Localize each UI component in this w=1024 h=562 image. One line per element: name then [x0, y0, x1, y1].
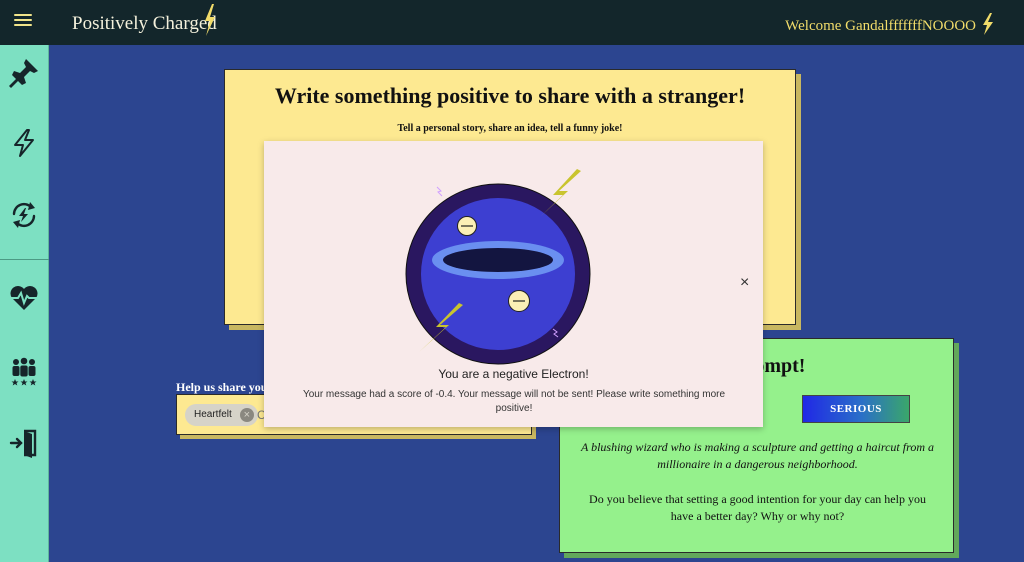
tags-label: Help us share you	[176, 380, 266, 394]
lightning-icon[interactable]	[8, 127, 40, 159]
top-bar: Positively Charged Welcome Gandalfffffff…	[0, 0, 1024, 45]
sidebar	[0, 45, 49, 562]
welcome-text: Welcome GandalfffffffNOOOO	[785, 18, 976, 34]
result-modal: × You are a negative Electron! Your mess…	[264, 141, 763, 427]
brand-logo-text[interactable]: Positively Charged	[72, 13, 217, 35]
recharge-icon[interactable]	[8, 199, 40, 231]
prompt-question: Do you believe that setting a good inten…	[589, 492, 926, 523]
heart-pulse-icon[interactable]	[8, 281, 40, 313]
tag-chip[interactable]: Heartfelt ×	[185, 404, 258, 426]
write-card-title: Write something positive to share with a…	[274, 83, 746, 108]
write-card-subtitle: Tell a personal story, share an idea, te…	[397, 123, 623, 134]
pin-icon[interactable]	[8, 57, 40, 89]
sidebar-divider	[0, 259, 49, 260]
close-icon[interactable]: ×	[740, 275, 749, 291]
logout-icon[interactable]	[8, 427, 40, 459]
lightning-icon	[983, 13, 993, 35]
community-icon[interactable]	[8, 355, 40, 387]
serious-button[interactable]: SERIOUS	[802, 395, 910, 423]
chip-remove-icon[interactable]: ×	[239, 408, 254, 422]
modal-message: Your message had a score of -0.4. Your m…	[302, 389, 726, 414]
lightning-icon	[205, 4, 215, 36]
tag-chip-label: Heartfelt	[194, 409, 232, 420]
negative-electron-icon	[405, 169, 591, 365]
modal-title: You are a negative Electron!	[438, 367, 589, 381]
prompt-text: A blushing wizard who is making a sculpt…	[580, 440, 934, 471]
hamburger-menu-icon[interactable]	[14, 14, 32, 30]
